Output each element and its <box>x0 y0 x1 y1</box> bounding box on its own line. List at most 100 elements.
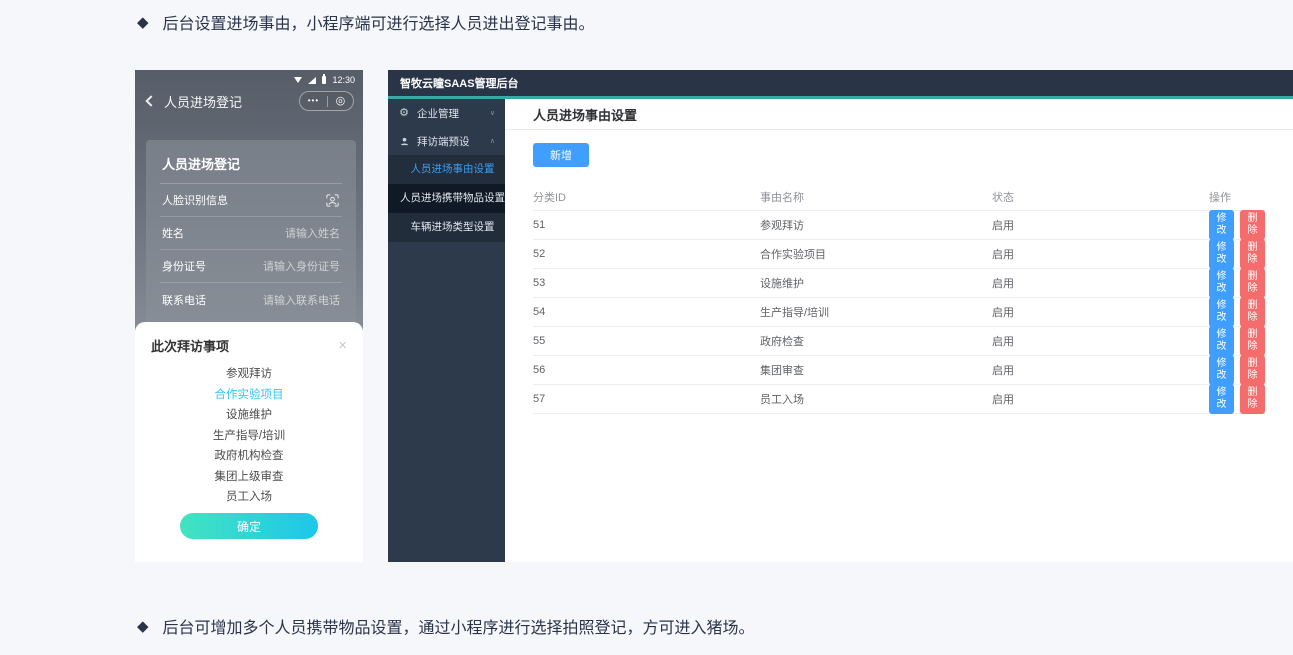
edit-button[interactable]: 修改 <box>1209 355 1234 385</box>
page-title: 人员进场事由设置 <box>533 105 637 124</box>
table-row: 53 设施维护 启用 修改 删除 <box>533 269 1265 298</box>
close-icon[interactable]: × <box>338 338 347 353</box>
table-row: 57 员工入场 启用 修改 删除 <box>533 385 1265 414</box>
delete-button[interactable]: 删除 <box>1240 268 1265 298</box>
visit-option[interactable]: 集团上级审查 <box>135 467 363 488</box>
phone-mockup: 12:30 人员进场登记 ••• ◎ 人员进场登记 人脸识别信息 <box>135 70 363 562</box>
entry-form-card: 人员进场登记 人脸识别信息 <box>146 140 356 330</box>
cell-name: 员工入场 <box>760 391 992 407</box>
form-field-row[interactable]: 联系电话 请输入联系电话 <box>160 283 342 316</box>
edit-button[interactable]: 修改 <box>1209 297 1234 327</box>
sidebar-subitem-label: 车辆进场类型设置 <box>411 221 495 233</box>
edit-button[interactable]: 修改 <box>1209 239 1234 269</box>
delete-button[interactable]: 删除 <box>1240 355 1265 385</box>
cell-name: 参观拜访 <box>760 217 992 233</box>
wifi-icon <box>294 77 302 83</box>
minimize-icon[interactable]: ◎ <box>336 96 346 107</box>
sidebar-group-label: 拜访端预设 <box>417 134 483 149</box>
field-label: 姓名 <box>162 225 184 241</box>
visit-option[interactable]: 员工入场 <box>135 487 363 508</box>
visit-option-label: 合作实验项目 <box>215 389 284 401</box>
chevron-down-icon: ∨ <box>490 109 495 117</box>
sidebar-subitem[interactable]: 车辆进场类型设置 <box>388 213 505 242</box>
top-note: ◆ 后台设置进场事由，小程序端可进行选择人员进出登记事由。 <box>137 10 595 34</box>
reasons-table: 分类ID 事由名称 状态 操作 51 参观拜访 启用 <box>533 184 1265 414</box>
edit-button[interactable]: 修改 <box>1209 268 1234 298</box>
field-placeholder: 请输入联系电话 <box>263 292 340 308</box>
table-row: 56 集团审查 启用 修改 删除 <box>533 356 1265 385</box>
cell-id: 55 <box>533 335 760 347</box>
admin-title: 智牧云瞳SAAS管理后台 <box>400 75 519 91</box>
wechat-capsule[interactable]: ••• ◎ <box>299 91 354 111</box>
cell-name: 合作实验项目 <box>760 246 992 262</box>
delete-button[interactable]: 删除 <box>1240 239 1265 269</box>
edit-button[interactable]: 修改 <box>1209 326 1234 356</box>
cell-status: 启用 <box>992 217 1209 233</box>
gear-icon: ⚙ <box>398 108 410 119</box>
edit-button[interactable]: 修改 <box>1209 210 1234 240</box>
cell-status: 启用 <box>992 391 1209 407</box>
visit-option[interactable]: 政府机构检查 <box>135 446 363 467</box>
visit-option[interactable]: 设施维护 <box>135 405 363 426</box>
phone-nav-title: 人员进场登记 <box>164 92 242 111</box>
cell-id: 57 <box>533 393 760 405</box>
cell-name: 生产指导/培训 <box>760 304 992 320</box>
sidebar-subitem[interactable]: 人员进场携带物品设置 <box>388 184 505 213</box>
status-time: 12:30 <box>332 75 355 85</box>
delete-button[interactable]: 删除 <box>1240 384 1265 414</box>
sidebar-subitem-label: 人员进场事由设置 <box>411 163 495 175</box>
visit-option-label: 生产指导/培训 <box>213 430 285 442</box>
form-title: 人员进场登记 <box>160 140 342 184</box>
col-header-status: 状态 <box>992 189 1209 205</box>
battery-icon <box>322 76 326 84</box>
cell-status: 启用 <box>992 275 1209 291</box>
more-icon[interactable]: ••• <box>308 97 319 105</box>
edit-button[interactable]: 修改 <box>1209 384 1234 414</box>
face-scan-icon[interactable] <box>325 193 340 208</box>
field-label: 人脸识别信息 <box>162 192 228 208</box>
sidebar-item-enterprise[interactable]: ⚙ 企业管理 ∨ <box>388 99 505 127</box>
sidebar-submenu: 人员进场事由设置 人员进场携带物品设置 车辆进场类型设置 <box>388 155 505 242</box>
sidebar-group-label: 企业管理 <box>417 106 483 121</box>
bottom-note-text: 后台可增加多个人员携带物品设置，通过小程序进行选择拍照登记，方可进入猪场。 <box>163 614 755 638</box>
cell-id: 52 <box>533 248 760 260</box>
admin-panel: 智牧云瞳SAAS管理后台 ⚙ 企业管理 ∨ 拜访端预设 <box>388 70 1293 562</box>
visit-option[interactable]: 合作实验项目 <box>135 385 363 406</box>
cell-status: 启用 <box>992 246 1209 262</box>
cell-id: 56 <box>533 364 760 376</box>
confirm-button[interactable]: 确定 <box>180 513 318 539</box>
delete-button[interactable]: 删除 <box>1240 326 1265 356</box>
field-placeholder: 请输入姓名 <box>285 225 340 241</box>
top-note-text: 后台设置进场事由，小程序端可进行选择人员进出登记事由。 <box>163 10 595 34</box>
visit-option[interactable]: 生产指导/培训 <box>135 426 363 447</box>
cell-status: 启用 <box>992 304 1209 320</box>
form-field-row[interactable]: 身份证号 请输入身份证号 <box>160 250 342 283</box>
add-button[interactable]: 新增 <box>533 143 589 167</box>
page: ◆ 后台设置进场事由，小程序端可进行选择人员进出登记事由。 12:30 人员进场… <box>0 0 1293 655</box>
admin-topbar: 智牧云瞳SAAS管理后台 <box>388 70 1293 96</box>
cell-status: 启用 <box>992 333 1209 349</box>
sidebar: ⚙ 企业管理 ∨ 拜访端预设 ∧ <box>388 99 505 562</box>
form-field-row[interactable]: 姓名 请输入姓名 <box>160 217 342 250</box>
chevron-up-icon: ∧ <box>490 137 495 145</box>
visit-option[interactable]: 参观拜访 <box>135 364 363 385</box>
sidebar-item-visit-preset[interactable]: 拜访端预设 ∧ <box>388 127 505 155</box>
form-field-row[interactable]: 人脸识别信息 <box>160 184 342 217</box>
visit-options: 参观拜访 合作实验项目 设施维护 生产指导/培训 政府机 <box>135 364 363 508</box>
sidebar-subitem-label: 人员进场携带物品设置 <box>400 192 505 204</box>
cell-name: 政府检查 <box>760 333 992 349</box>
back-icon[interactable] <box>145 95 156 106</box>
field-label: 联系电话 <box>162 292 206 308</box>
cell-status: 启用 <box>992 362 1209 378</box>
delete-button[interactable]: 删除 <box>1240 297 1265 327</box>
cell-name: 集团审查 <box>760 362 992 378</box>
diamond-bullet-icon: ◆ <box>137 13 149 31</box>
table-row: 55 政府检查 启用 修改 删除 <box>533 327 1265 356</box>
delete-button[interactable]: 删除 <box>1240 210 1265 240</box>
admin-content: 人员进场事由设置 新增 分类ID 事由名称 状态 操作 <box>505 99 1293 562</box>
visit-option-label: 设施维护 <box>226 409 272 421</box>
sidebar-subitem[interactable]: 人员进场事由设置 <box>388 155 505 184</box>
field-placeholder: 请输入身份证号 <box>263 258 340 274</box>
visit-option-label: 政府机构检查 <box>215 450 284 462</box>
table-row: 51 参观拜访 启用 修改 删除 <box>533 211 1265 240</box>
